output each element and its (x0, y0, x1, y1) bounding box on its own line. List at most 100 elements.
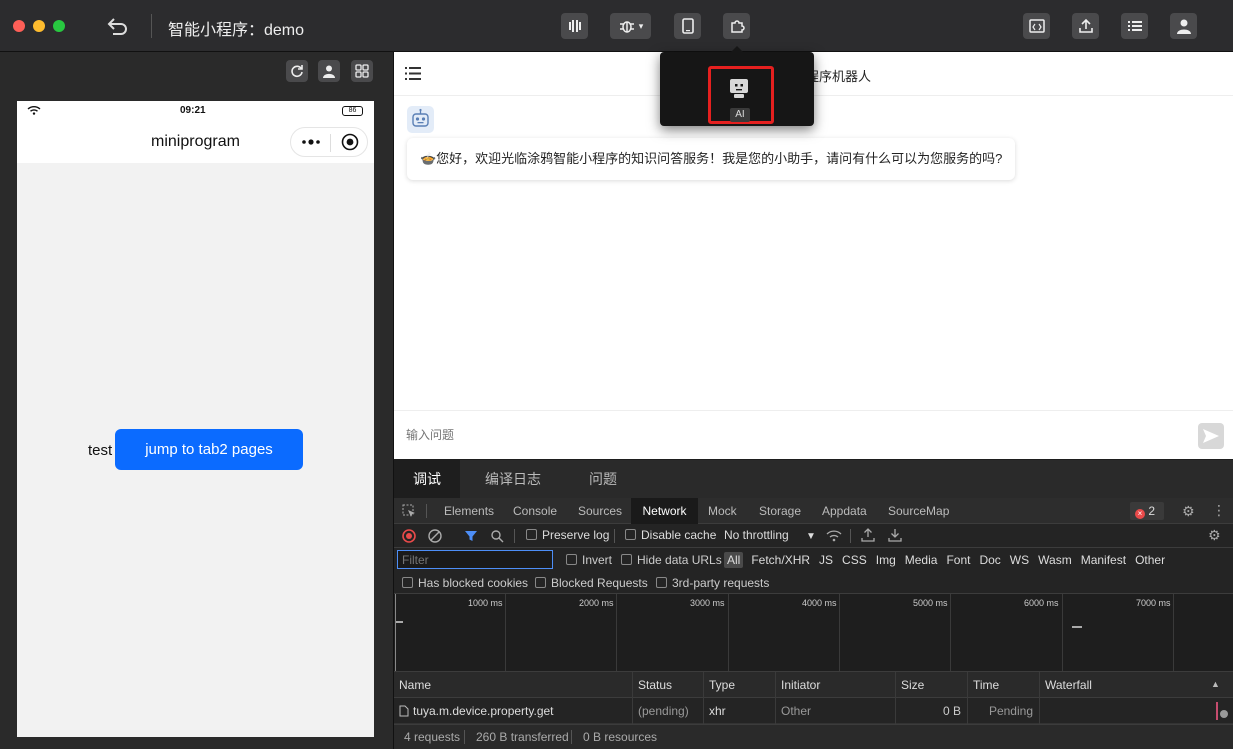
tab-storage[interactable]: Storage (759, 498, 801, 524)
invert-checkbox[interactable]: Invert (566, 553, 612, 567)
maximize-window-button[interactable] (53, 20, 65, 32)
timeline-gridline (616, 594, 617, 671)
filter-doc[interactable]: Doc (979, 553, 1000, 567)
timeline-tick: 5000 ms (913, 598, 948, 608)
export-har-icon[interactable] (888, 528, 902, 542)
table-row[interactable]: tuya.m.device.property.get (pending) xhr… (394, 698, 1233, 724)
filter-other[interactable]: Other (1135, 553, 1165, 567)
hide-data-urls-checkbox[interactable]: Hide data URLs (621, 553, 722, 567)
preserve-log-checkbox[interactable]: Preserve log (526, 528, 609, 542)
clear-icon[interactable] (428, 529, 442, 543)
column-initiator[interactable]: Initiator (776, 672, 896, 698)
toolbar-divider (514, 529, 515, 543)
nav-title: miniprogram (151, 133, 240, 150)
tab-compile-log[interactable]: 编译日志 (485, 460, 541, 498)
menu-icon[interactable] (405, 67, 421, 80)
column-status[interactable]: Status (633, 672, 704, 698)
tab-elements[interactable]: Elements (444, 498, 494, 524)
network-settings-icon[interactable]: ⚙ (1208, 527, 1221, 544)
preview-device-button[interactable] (674, 13, 701, 39)
checkbox-box (402, 577, 413, 588)
timeline-gridline (395, 594, 396, 671)
phone-icon (681, 18, 694, 34)
column-waterfall[interactable]: Waterfall (1040, 672, 1233, 698)
account-button[interactable] (1170, 13, 1197, 39)
devices-button[interactable] (561, 13, 588, 39)
timeline-gridline (1062, 594, 1063, 671)
sort-ascending-icon[interactable]: ▲ (1211, 679, 1220, 689)
network-conditions-icon[interactable] (826, 529, 842, 543)
filter-funnel-icon[interactable] (464, 529, 478, 543)
tab-appdata[interactable]: Appdata (822, 498, 867, 524)
filter-js[interactable]: JS (819, 553, 833, 567)
settings-icon[interactable]: ⚙ (1182, 503, 1195, 520)
search-icon[interactable] (490, 529, 504, 543)
column-time[interactable]: Time (968, 672, 1040, 698)
back-icon[interactable] (106, 14, 130, 38)
tab-sourcemap[interactable]: SourceMap (888, 498, 949, 524)
debug-dropdown-button[interactable]: ▾ (610, 13, 651, 39)
blocked-requests-checkbox[interactable]: Blocked Requests (535, 576, 648, 590)
tab-problems[interactable]: 问题 (589, 460, 617, 498)
tab-network[interactable]: Network (631, 498, 698, 524)
more-options-icon[interactable]: ⋮ (1212, 502, 1226, 519)
filter-fetch-xhr[interactable]: Fetch/XHR (751, 553, 810, 567)
details-list-button[interactable] (1121, 13, 1148, 39)
inspect-element-icon[interactable] (402, 504, 416, 518)
filter-img[interactable]: Img (876, 553, 896, 567)
resources-size: 0 B resources (583, 730, 658, 744)
throttling-select[interactable]: No throttling ▼ (724, 528, 816, 542)
checkbox-box (535, 577, 546, 588)
third-party-requests-checkbox[interactable]: 3rd-party requests (656, 576, 769, 590)
timeline-tick: 7000 ms (1136, 598, 1171, 608)
filter-all[interactable]: All (724, 552, 744, 568)
network-toolbar: Preserve log Disable cache No throttling… (394, 524, 1233, 548)
filter-ws[interactable]: WS (1010, 553, 1029, 567)
column-name[interactable]: Name (394, 672, 633, 698)
cell-status: (pending) (633, 698, 704, 724)
filter-media[interactable]: Media (905, 553, 938, 567)
cell-type: xhr (704, 698, 776, 724)
plugins-button[interactable] (723, 13, 750, 39)
simulator-user-button[interactable] (318, 60, 340, 82)
tab-debug-label: 调试 (413, 471, 441, 487)
chevron-down-icon: ▾ (638, 20, 644, 31)
scrollbar-thumb[interactable] (1220, 710, 1228, 718)
minimize-window-button[interactable] (33, 20, 45, 32)
disable-cache-checkbox[interactable]: Disable cache (625, 528, 716, 542)
close-miniprogram-icon[interactable] (341, 133, 359, 151)
close-window-button[interactable] (13, 20, 25, 32)
jump-to-tab2-button[interactable]: jump to tab2 pages (115, 429, 303, 470)
invert-label: Invert (582, 553, 613, 567)
filter-css[interactable]: CSS (842, 553, 867, 567)
question-input[interactable] (406, 424, 1186, 446)
simulator-grid-button[interactable] (351, 60, 373, 82)
import-har-icon[interactable] (861, 528, 875, 542)
more-dots-icon[interactable] (301, 133, 321, 151)
code-view-button[interactable] (1023, 13, 1050, 39)
tab-console[interactable]: Console (513, 498, 557, 524)
title-bar: 智能小程序：demo ▾ (0, 0, 1233, 52)
filter-wasm[interactable]: Wasm (1038, 553, 1072, 567)
column-type[interactable]: Type (704, 672, 776, 698)
tab-sources[interactable]: Sources (578, 498, 622, 524)
battery-indicator: 86 (342, 106, 363, 116)
refresh-simulator-button[interactable] (286, 60, 308, 82)
has-blocked-cookies-checkbox[interactable]: Has blocked cookies (402, 576, 528, 590)
tab-mock[interactable]: Mock (708, 498, 737, 524)
bot-greeting-message: 🍲您好，欢迎光临涂鸦智能小程序的知识问答服务！我是您的小助手，请问有什么可以为您… (407, 138, 1016, 180)
filter-input[interactable] (397, 550, 553, 569)
column-size[interactable]: Size (896, 672, 968, 698)
filter-font[interactable]: Font (946, 553, 970, 567)
ai-plugin-button[interactable]: AI (708, 66, 774, 124)
document-icon (399, 705, 409, 717)
record-icon[interactable] (402, 529, 416, 543)
tab-debug[interactable]: 调试 (394, 460, 460, 498)
network-filter-bar: Invert Hide data URLs All Fetch/XHR JS CSS I… (394, 548, 1233, 572)
error-count-badge[interactable]: × 2 (1130, 502, 1164, 520)
pane-splitter[interactable] (393, 52, 394, 749)
user-icon (322, 64, 336, 78)
send-button[interactable] (1198, 423, 1224, 449)
filter-manifest[interactable]: Manifest (1081, 553, 1126, 567)
upload-button[interactable] (1072, 13, 1099, 39)
